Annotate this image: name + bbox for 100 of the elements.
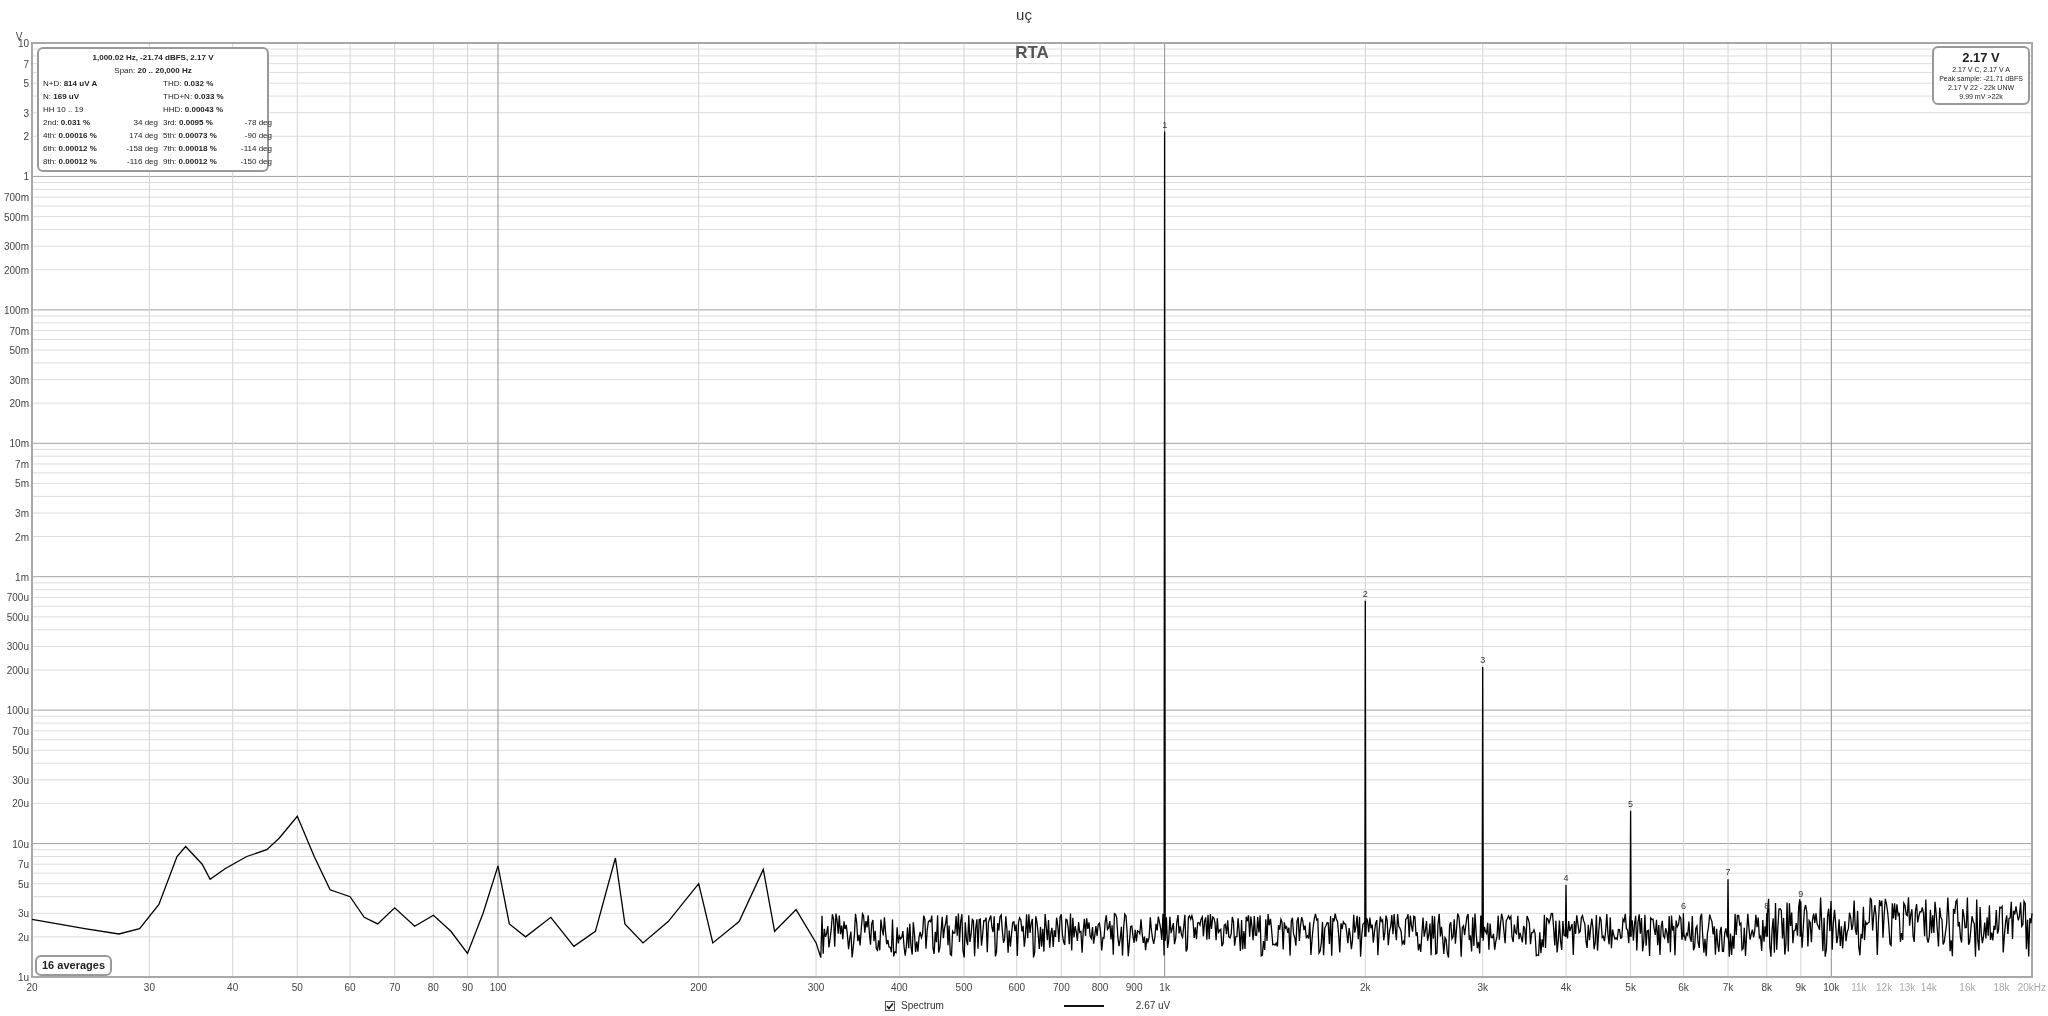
x-tick-label: 5k: [1625, 982, 1636, 993]
x-tick-label: 7k: [1722, 982, 1734, 993]
y-tick-label: 300m: [4, 241, 29, 253]
x-tick-label: 300: [807, 982, 825, 993]
x-tick-label: 100: [489, 982, 507, 993]
x-tick-label: 30: [143, 982, 155, 993]
distortion-value: 7th: 0.00018 %: [162, 143, 218, 155]
phase-value: 34 deg: [132, 117, 158, 129]
y-tick-label: 50m: [9, 345, 29, 356]
y-tick-label: 10m: [9, 438, 29, 450]
x-tick-label: 20: [26, 982, 38, 993]
y-tick-label: 20u: [12, 798, 29, 810]
y-tick-label: 5: [23, 78, 29, 90]
x-tick-label: 500: [955, 982, 973, 993]
y-tick-label: 30u: [12, 774, 29, 786]
distortion-value: 3rd: 0.0095 %: [162, 117, 214, 129]
measurement-summary: 1,000.02 Hz, -21.74 dBFS, 2.17 V: [92, 52, 214, 64]
y-tick-label: 700u: [6, 592, 29, 604]
phase-value: -158 deg: [125, 143, 158, 155]
y-tick-label: 20m: [9, 398, 29, 410]
chart-title: RTA: [1015, 43, 1049, 62]
harmonic-label: 2: [1362, 588, 1368, 599]
distortion-value: 5th: 0.00073 %: [162, 130, 218, 142]
x-tick-label: 20kHz: [2017, 982, 2046, 993]
graph-title: uç: [1016, 4, 1032, 25]
harmonic-label: 5: [1628, 798, 1634, 809]
harmonic-label: 3: [1480, 655, 1486, 666]
x-tick-label: 16k: [1959, 982, 1976, 993]
y-tick-label: 500m: [4, 211, 29, 223]
x-tick-label: 50: [291, 982, 303, 993]
phase-value: -90 deg: [243, 130, 272, 142]
x-tick-label: 800: [1091, 982, 1109, 993]
y-tick-label: 2: [23, 131, 29, 143]
x-tick-label: 12k: [1876, 982, 1893, 993]
harmonic-label: 1: [1162, 119, 1168, 130]
x-tick-label: 60: [344, 982, 356, 993]
x-tick-label: 70: [389, 982, 401, 993]
x-tick-label: 11k: [1851, 982, 1867, 993]
x-tick-label: 18k: [1993, 982, 2010, 993]
harmonic-label: 9: [1798, 889, 1804, 900]
y-tick-label: 10: [17, 38, 29, 49]
y-tick-label: 1u: [17, 972, 29, 983]
x-tick-label: 700: [1053, 982, 1070, 993]
distortion-value: N: 169 uV: [43, 91, 81, 103]
phase-value: -78 deg: [243, 117, 272, 129]
averages-badge: 16 averages: [35, 955, 112, 976]
y-tick-label: 3m: [15, 508, 29, 520]
check-icon: [886, 1001, 894, 1010]
x-tick-label: 10k: [1823, 982, 1840, 993]
y-tick-label: 7m: [15, 458, 29, 470]
x-tick-label: 9k: [1795, 982, 1807, 993]
y-tick-label: 7: [23, 58, 29, 70]
legend-value: 2.67 uV: [1135, 999, 1171, 1013]
x-tick-label: 40: [227, 982, 239, 993]
y-tick-label: 2m: [15, 531, 29, 543]
distortion-value: N+D: 814 uV A: [43, 78, 99, 90]
y-tick-label: 30m: [9, 374, 29, 386]
distortion-value: 9th: 0.00012 %: [162, 156, 218, 168]
x-tick-label: 80: [427, 982, 439, 993]
y-tick-label: 5m: [15, 478, 29, 490]
x-tick-label: 14k: [1920, 982, 1937, 993]
y-tick-label: 70u: [12, 725, 29, 737]
distortion-value: 8th: 0.00012 %: [43, 156, 98, 168]
y-tick-label: 100u: [6, 705, 29, 717]
distortion-value: HHD: 0.00043 %: [162, 104, 225, 116]
y-tick-label: 5u: [17, 878, 29, 890]
y-tick-label: 1: [23, 171, 29, 183]
distortion-value: 4th: 0.00016 %: [43, 130, 98, 142]
x-tick-label: 1k: [1159, 982, 1170, 993]
x-tick-label: 6k: [1678, 982, 1689, 993]
line-sample: [1063, 1004, 1104, 1007]
phase-value: -116 deg: [126, 156, 158, 168]
y-tick-label: 300u: [6, 641, 29, 653]
phase-value: 174 deg: [128, 130, 158, 142]
distortion-value: THD: 0.032 %: [162, 78, 215, 90]
legend-checkbox[interactable]: Spectrum: [885, 998, 944, 1013]
measurement-summary: Span: 20 .. 20,000 Hz: [114, 65, 192, 77]
y-tick-label: 500u: [6, 611, 29, 623]
x-tick-label: 8k: [1761, 982, 1772, 993]
x-tick-label: 400: [891, 982, 908, 993]
x-tick-label: 13k: [1899, 982, 1916, 993]
x-tick-label: 900: [1125, 982, 1143, 993]
distortion-value: 6th: 0.00012 %: [43, 143, 98, 155]
harmonic-label: 7: [1725, 867, 1731, 878]
x-tick-label: 4k: [1560, 982, 1572, 993]
y-tick-label: 7u: [17, 859, 29, 871]
harmonic-label: 4: [1563, 872, 1569, 883]
phase-value: -150 deg: [239, 156, 272, 168]
checkbox[interactable]: [885, 1000, 895, 1011]
distortion-value: 2nd: 0.031 %: [43, 117, 92, 129]
level-reading: 2.17 V: [1962, 50, 2000, 65]
y-tick-label: 70m: [9, 325, 29, 337]
harmonic-label: 6: [1680, 901, 1686, 912]
y-tick-label: 700m: [4, 192, 29, 204]
x-tick-label: 3k: [1477, 982, 1488, 993]
y-tick-label: 3u: [17, 908, 29, 920]
y-tick-label: 200m: [4, 264, 29, 276]
x-tick-label: 90: [461, 982, 474, 993]
y-tick-label: 2u: [17, 931, 29, 943]
y-tick-label: 200u: [6, 665, 29, 676]
